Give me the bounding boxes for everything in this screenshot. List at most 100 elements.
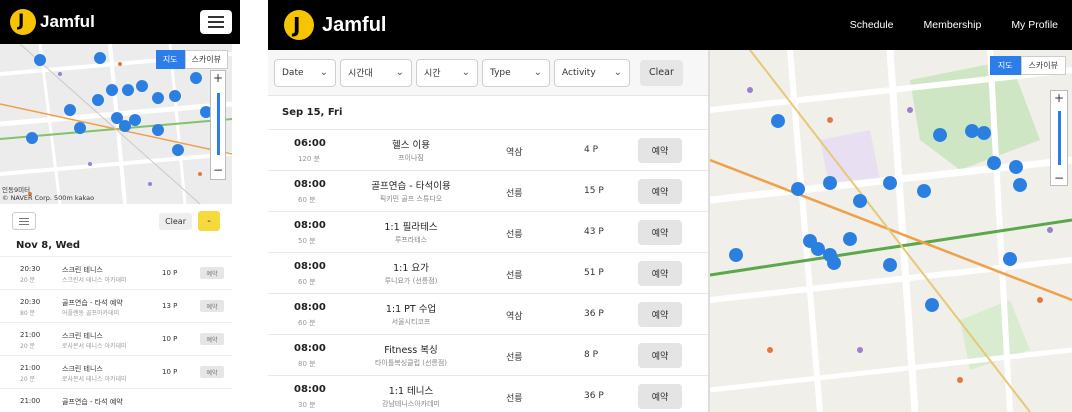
session-venue: 타이틀복싱클럽 (선릉점) [374, 359, 448, 367]
reserve-button[interactable]: 예약 [638, 138, 682, 163]
duration-filter-select[interactable]: 시간 ⌄ [416, 58, 478, 87]
list-item: 21:00 20 분 스크린 테니스 로사몬서 테니스 아카데미 10 P 예약 [0, 322, 232, 355]
session-duration: 60 분 [298, 319, 316, 327]
session-title: 헬스 이용 [392, 140, 430, 151]
mobile-date-heading: Nov 8, Wed [16, 240, 81, 251]
mobile-clear-button[interactable]: Clear [159, 212, 192, 230]
map-attribution: 인동9미터 © NAVER Corp. 500m kakao [2, 186, 94, 202]
chevron-down-icon: ⌄ [461, 67, 470, 78]
time-slot-filter-select[interactable]: 시간대 ⌄ [340, 58, 412, 87]
brand[interactable]: J Jamful [284, 10, 386, 40]
type-filter-select[interactable]: Type ⌄ [482, 58, 550, 87]
map-background [710, 50, 1072, 412]
session-time: 08:00 [294, 302, 326, 313]
desktop-map-type-toggle: 지도 스카이뷰 [989, 56, 1066, 75]
list-icon[interactable] [12, 212, 36, 230]
session-location: 선릉 [506, 271, 523, 281]
map-type-map-button[interactable]: 지도 [989, 56, 1021, 75]
time-slot-filter-label: 시간대 [348, 69, 373, 79]
session-venue: 강남테니스아카데미 [382, 400, 440, 408]
reserve-button[interactable]: 예약 [200, 333, 224, 345]
activity-filter-label: Activity [562, 67, 596, 78]
mobile-collapse-button[interactable]: - [198, 211, 220, 231]
zoom-out-icon[interactable]: − [213, 163, 223, 177]
brand-logo-icon: J [10, 9, 36, 35]
chevron-down-icon: ⌄ [319, 67, 328, 78]
desktop-map[interactable]: 지도 스카이뷰 + − [710, 50, 1072, 412]
list-line [19, 223, 29, 225]
reserve-button[interactable]: 예약 [638, 220, 682, 245]
date-filter-select[interactable]: Date ⌄ [274, 58, 336, 87]
menu-toggle-button[interactable] [200, 10, 232, 34]
mobile-map-type-toggle: 지도 스카이뷰 [155, 50, 228, 69]
mobile-session-list: 20:30 20 분 스크린 테니스 스크린서 테니스 아카데미 10 P 예약… [0, 256, 232, 412]
mobile-map[interactable]: 지도 스카이뷰 + − 인동9미터 © NAVER Corp. 500m kak… [0, 44, 232, 204]
session-venue: 서울시티코프 [391, 318, 431, 326]
session-title: 스크린 테니스 [62, 365, 103, 373]
session-title: 1:1 PT 수업 [385, 304, 437, 315]
session-location: 선릉 [506, 230, 523, 240]
session-location: 선릉 [506, 353, 523, 363]
session-time: 21:00 [20, 331, 41, 339]
session-time: 21:00 [20, 397, 41, 405]
session-duration: 60 분 [298, 278, 316, 286]
table-row: 08:00 60 분 1:1 PT 수업 서울시티코프 역삼 36 P 예약 [268, 293, 708, 334]
session-time: 06:00 [294, 138, 326, 149]
reserve-button[interactable]: 예약 [638, 261, 682, 286]
zoom-in-icon[interactable]: + [1054, 91, 1064, 105]
session-location: 선릉 [506, 189, 523, 199]
reserve-button[interactable]: 예약 [638, 302, 682, 327]
map-type-map-button[interactable]: 지도 [155, 50, 185, 69]
nav-membership-link[interactable]: Membership [924, 19, 982, 31]
session-points: 10 P [162, 269, 178, 277]
zoom-slider[interactable] [216, 93, 220, 155]
session-points: 13 P [162, 302, 178, 310]
session-venue: 로사몬서 테니스 아카데미 [62, 376, 127, 383]
mobile-navbar: J Jamful [0, 0, 240, 44]
brand-name: Jamful [40, 12, 95, 31]
session-venue: 로사몬서 테니스 아카데미 [62, 343, 127, 350]
activity-filter-select[interactable]: Activity ⌄ [554, 58, 630, 87]
reserve-button[interactable]: 예약 [638, 384, 682, 409]
session-time: 20:30 [20, 265, 41, 273]
session-points: 10 P [162, 368, 178, 376]
reserve-button[interactable]: 예약 [638, 179, 682, 204]
list-item: 20:30 80 분 골프연습 - 타석 예약 어플렌동 골프아카데미 13 P… [0, 289, 232, 322]
session-duration: 120 분 [298, 155, 321, 163]
session-duration: 80 분 [20, 310, 36, 317]
map-copyright: © NAVER Corp. 500m kakao [2, 194, 95, 202]
hamburger-line [208, 16, 224, 18]
session-venue: 루프라테스 [394, 236, 428, 244]
session-time: 08:00 [294, 261, 326, 272]
map-type-skyview-button[interactable]: 스카이뷰 [184, 50, 228, 69]
session-points: 43 P [584, 227, 604, 237]
chevron-down-icon: ⌄ [395, 67, 404, 78]
session-duration: 60 분 [298, 196, 316, 204]
session-points: 36 P [584, 391, 604, 401]
reserve-button[interactable]: 예약 [638, 343, 682, 368]
desktop-navbar: J Jamful Schedule Membership My Profile [268, 0, 1072, 50]
clear-filters-button[interactable]: Clear [640, 59, 683, 86]
brand[interactable]: J Jamful [10, 9, 95, 35]
date-heading: Sep 15, Fri [282, 107, 343, 118]
session-title: 스크린 테니스 [62, 332, 103, 340]
nav-schedule-link[interactable]: Schedule [850, 19, 894, 31]
session-venue: 스크린서 테니스 아카데미 [62, 277, 127, 284]
reserve-button[interactable]: 예약 [200, 366, 224, 378]
reserve-button[interactable]: 예약 [200, 267, 224, 279]
zoom-out-icon[interactable]: − [1054, 171, 1064, 185]
zoom-slider[interactable] [1057, 111, 1061, 165]
session-list: 06:00 120 분 헬스 이용 프이나짐 역삼 4 P 예약 08:00 6… [268, 129, 708, 412]
hamburger-line [208, 21, 224, 23]
session-duration: 30 분 [298, 401, 316, 409]
session-points: 10 P [162, 335, 178, 343]
session-title: 골프연습 - 타석이용 [371, 181, 451, 192]
zoom-in-icon[interactable]: + [213, 71, 223, 85]
session-duration: 20 분 [20, 376, 36, 383]
reserve-button[interactable]: 예약 [200, 300, 224, 312]
nav-my-profile-link[interactable]: My Profile [1011, 19, 1058, 31]
chevron-down-icon: ⌄ [613, 67, 622, 78]
session-location: 역삼 [506, 148, 523, 158]
map-type-skyview-button[interactable]: 스카이뷰 [1020, 56, 1066, 75]
session-venue: 루니요가 (선릉점) [384, 277, 438, 285]
